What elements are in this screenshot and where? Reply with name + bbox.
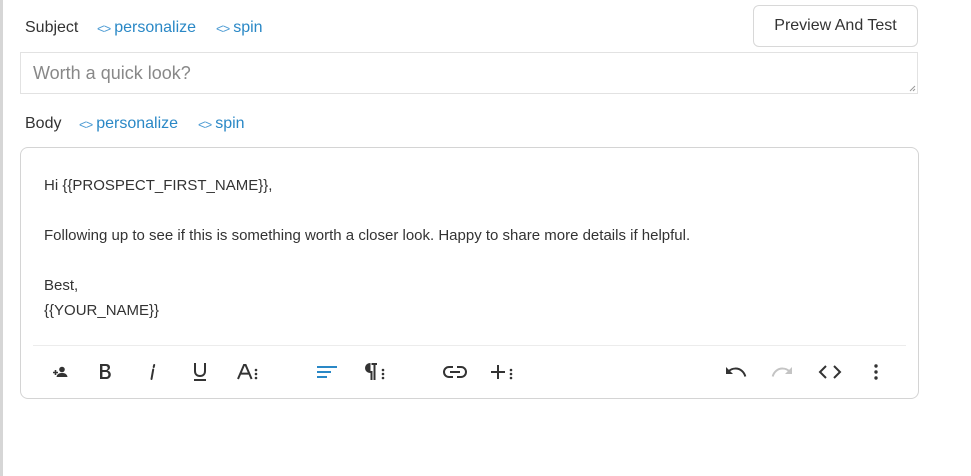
body-spin-link[interactable]: spin — [215, 115, 244, 133]
body-line: Following up to see if this is something… — [44, 227, 691, 244]
code-brackets-icon: <> — [79, 116, 93, 132]
body-personalize-link[interactable]: personalize — [96, 115, 178, 133]
resize-grip-icon[interactable] — [908, 84, 916, 92]
body-personalize[interactable]: <> personalize — [79, 115, 178, 133]
align-left-icon[interactable] — [313, 358, 341, 386]
subject-personalize-link[interactable]: personalize — [114, 19, 196, 37]
body-editor[interactable]: Hi {{PROSPECT_FIRST_NAME}}, Following up… — [20, 147, 919, 399]
link-icon[interactable] — [441, 358, 469, 386]
more-vertical-icon[interactable] — [862, 358, 890, 386]
body-line: Best, — [44, 277, 79, 294]
subject-spin-link[interactable]: spin — [233, 19, 262, 37]
font-options-icon[interactable] — [234, 358, 262, 386]
add-person-icon[interactable] — [46, 358, 74, 386]
body-line — [44, 198, 690, 223]
redo-icon — [769, 358, 797, 386]
left-border — [0, 0, 3, 476]
subject-label: Subject — [25, 19, 79, 36]
code-view-icon[interactable] — [816, 358, 844, 386]
italic-icon[interactable] — [139, 358, 167, 386]
body-line — [44, 248, 690, 273]
preview-and-test-button[interactable]: Preview And Test — [753, 5, 918, 47]
body-line: Hi {{PROSPECT_FIRST_NAME}}, — [44, 177, 273, 194]
code-brackets-icon: <> — [216, 20, 230, 36]
toolbar-divider — [33, 345, 906, 346]
body-label: Body — [25, 115, 62, 132]
body-content[interactable]: Hi {{PROSPECT_FIRST_NAME}}, Following up… — [44, 173, 690, 323]
bold-icon[interactable] — [91, 358, 119, 386]
subject-spin[interactable]: <> spin — [216, 19, 263, 37]
undo-icon[interactable] — [721, 358, 749, 386]
body-line: {{YOUR_NAME}} — [44, 302, 160, 319]
subject-input[interactable]: Worth a quick look? — [20, 52, 918, 94]
underline-icon[interactable] — [186, 358, 214, 386]
insert-more-icon[interactable] — [488, 358, 516, 386]
paragraph-options-icon[interactable] — [361, 358, 389, 386]
body-spin[interactable]: <> spin — [198, 115, 245, 133]
subject-personalize[interactable]: <> personalize — [97, 19, 196, 37]
code-brackets-icon: <> — [97, 20, 111, 36]
code-brackets-icon: <> — [198, 116, 212, 132]
subject-input-value: Worth a quick look? — [33, 62, 191, 83]
